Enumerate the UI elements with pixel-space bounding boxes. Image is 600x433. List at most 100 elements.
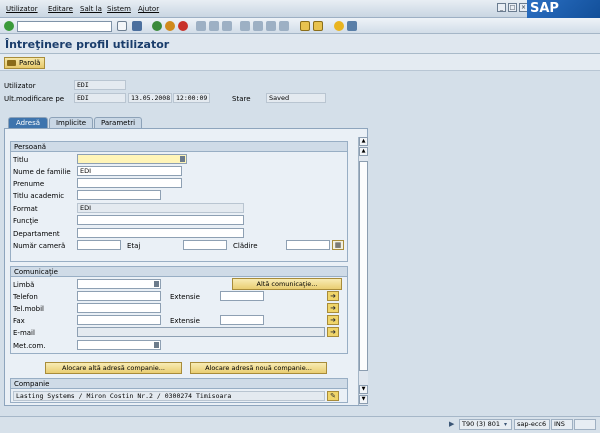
page-title: Întreţinere profil utilizator [5,38,170,51]
companie-group-title: Companie [11,379,347,389]
value-help-icon[interactable] [180,156,185,162]
extensie-label-2: Extensie [170,317,200,325]
help-icon[interactable] [334,21,344,31]
sap-logo: SAP [527,0,600,18]
ult-modificare-label: Ult.modificare pe [4,95,65,103]
numar-camera-field[interactable] [77,240,121,250]
cancel-icon[interactable] [178,21,188,31]
numar-camera-label: Număr cameră [13,242,66,250]
next-page-icon[interactable] [266,21,276,31]
sap-logo-text: SAP [530,1,559,16]
scroll-top-icon[interactable]: ▲ [359,137,368,146]
utilizator-field: EDI [74,80,126,90]
comunicatie-group: Comunicaţie Limbă Altă comunicaţie... Te… [10,266,348,354]
print-icon[interactable] [196,21,206,31]
stare-field: Saved [266,93,326,103]
email-field[interactable] [77,327,325,337]
titlu-academic-field[interactable] [77,190,161,200]
prev-page-icon[interactable] [253,21,263,31]
ult-modificare-time: 12:00:09 [173,93,210,103]
menu-item-utilizator[interactable]: Utilizator [6,5,38,13]
email-label: E-mail [13,329,35,337]
command-field[interactable] [17,21,112,32]
titlu-field[interactable] [77,154,187,164]
comunicatie-group-title: Comunicaţie [11,267,347,277]
fax-field[interactable] [77,315,161,325]
companie-edit-icon[interactable]: ✎ [327,391,339,401]
telmobil-field[interactable] [77,303,161,313]
extensie-label: Extensie [170,293,200,301]
fax-more-arrow-icon[interactable]: ➜ [327,315,339,325]
tab-panel-adresa: Persoană Titlu Nume de familie EDI Prenu… [4,128,368,406]
customize-icon[interactable] [347,21,357,31]
limba-field[interactable] [77,279,161,289]
departament-field[interactable] [77,228,244,238]
nume-field[interactable]: EDI [77,166,182,176]
functie-field[interactable] [77,215,244,225]
prenume-field[interactable] [77,178,182,188]
status-system-dropdown-icon[interactable]: ▾ [504,421,507,428]
find-next-icon[interactable] [222,21,232,31]
telmobil-more-arrow-icon[interactable]: ➜ [327,303,339,313]
extensie-field-1[interactable] [220,291,264,301]
alocare-alta-adresa-button[interactable]: Alocare altă adresă companie... [45,362,182,374]
companie-group: Companie Lasting Systems / Miron Costin … [10,378,348,403]
shortcut-icon[interactable] [313,21,323,31]
password-button[interactable]: Parolă [4,57,45,69]
nume-label: Nume de familie [13,168,71,176]
etaj-field[interactable] [183,240,227,250]
etaj-label: Etaj [127,242,141,250]
format-field: EDI [77,203,244,213]
minimize-icon[interactable]: _ [497,3,506,12]
persoana-group-title: Persoană [11,142,347,152]
tab-implicite[interactable]: Implicite [49,117,93,128]
last-page-icon[interactable] [279,21,289,31]
telefon-field[interactable] [77,291,161,301]
persoana-group: Persoană Titlu Nume de familie EDI Prenu… [10,141,348,262]
maximize-icon[interactable]: □ [508,3,517,12]
alocare-adresa-noua-button[interactable]: Alocare adresă nouă companie... [190,362,327,374]
fax-label: Fax [13,317,25,325]
value-help-icon[interactable] [154,281,159,287]
limba-label: Limbă [13,281,35,289]
departament-label: Departament [13,230,60,238]
cladire-label: Clădire [233,242,258,250]
metcom-field[interactable] [77,340,161,350]
password-button-label: Parolă [19,59,41,67]
metcom-label: Met.com. [13,342,46,350]
telefon-more-arrow-icon[interactable]: ➜ [327,291,339,301]
utilizator-label: Utilizator [4,82,36,90]
first-page-icon[interactable] [240,21,250,31]
building-search-icon[interactable]: ▦ [332,240,344,250]
menu-bar: Utilizator Editare Salt la Sistem Ajutor… [0,0,600,18]
exit-icon[interactable] [165,21,175,31]
tab-parametri[interactable]: Parametri [94,117,142,128]
status-mode: INS [551,419,573,430]
new-session-icon[interactable] [300,21,310,31]
scroll-down-icon[interactable]: ▼ [359,385,368,394]
menu-item-sistem[interactable]: Sistem [107,5,131,13]
menu-item-ajutor[interactable]: Ajutor [138,5,159,13]
scroll-thumb[interactable] [359,161,368,371]
find-icon[interactable] [209,21,219,31]
menu-item-salt-la[interactable]: Salt la [80,5,102,13]
telefon-label: Telefon [13,293,38,301]
scroll-up-icon[interactable]: ▲ [359,147,368,156]
value-help-icon[interactable] [154,342,159,348]
scroll-bottom-icon[interactable]: ▼ [359,395,368,404]
enter-icon[interactable] [4,21,14,31]
vertical-scrollbar[interactable]: ▲ ▲ ▼ ▼ [358,137,368,405]
status-extra [574,419,596,430]
dropdown-arrow-icon[interactable] [117,21,127,31]
menu-item-editare[interactable]: Editare [48,5,73,13]
alta-comunicatie-button[interactable]: Altă comunicaţie... [232,278,342,290]
save-icon[interactable] [132,21,142,31]
email-more-arrow-icon[interactable]: ➜ [327,327,339,337]
back-icon[interactable] [152,21,162,31]
cladire-field[interactable] [286,240,330,250]
password-icon [7,60,16,66]
format-label: Format [13,205,38,213]
tab-adresa[interactable]: Adresă [8,117,48,128]
status-expand-icon[interactable]: ▶ [449,420,454,428]
extensie-field-2[interactable] [220,315,264,325]
